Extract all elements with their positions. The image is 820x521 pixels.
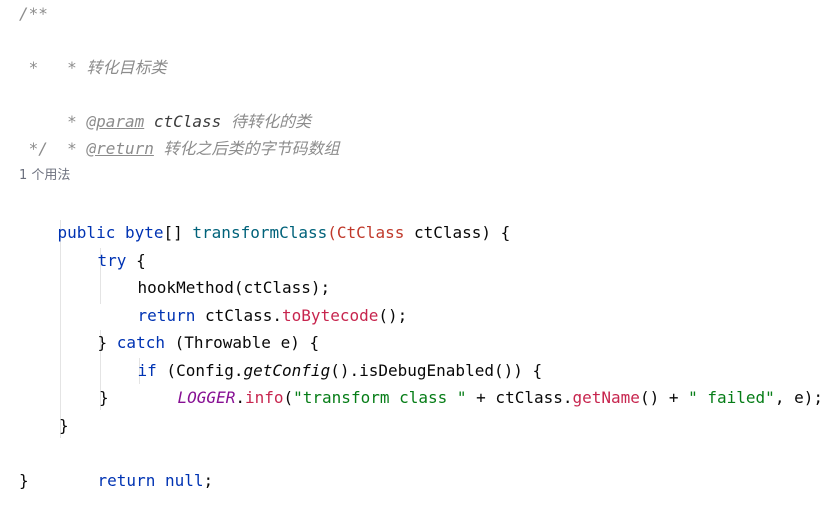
semicolon: ; [203,471,214,490]
get-name-call[interactable]: getName [573,388,640,407]
doc-comment-line: * 转化目标类 [19,27,166,77]
string-literal: "transform class " [293,388,467,407]
dot: . [235,388,245,407]
statement-end: , e); [774,388,820,407]
code-line-hook[interactable]: hookMethod(ctClass); [99,247,331,297]
doc-comment-close: */ [19,139,48,158]
doc-tag-return[interactable]: @return [86,139,153,158]
statement-end: (); [378,306,408,325]
param-rest: ctClass) { [404,223,511,242]
string-literal: " failed" [688,388,775,407]
doc-comment-return: * @return 转化之后类的字节码数组 [19,108,339,158]
method-signature[interactable]: public byte[] transformClass(CtClass ctC… [19,192,511,242]
concat: + ctClass. [466,388,573,407]
param-type[interactable]: CtClass [337,223,404,242]
doc-comment-line: * [19,58,39,77]
code-line-close-catch: } [59,416,69,435]
code-line-catch[interactable]: } catch (Throwable e) { [59,302,320,352]
concat: () + [639,388,689,407]
keyword-null: null [155,471,204,490]
paren: ( [283,388,294,407]
doc-star: * [57,58,87,77]
code-editor[interactable]: /** * 转化目标类 * * @param ctClass 待转化的类 * @… [0,0,820,497]
doc-star: * [57,139,87,158]
logger-field[interactable]: LOGGER [178,388,236,407]
code-line-if[interactable]: if (Config.getConfig().isDebugEnabled())… [99,330,543,380]
keyword-return: return [97,471,156,490]
code-line-log[interactable]: LOGGER.info("transform class " + ctClass… [139,357,820,407]
method-name[interactable]: transformClass [192,223,327,242]
code-line-try[interactable]: try { [59,220,146,270]
code-line-return[interactable]: return ctClass.toBytecode(); [99,275,408,325]
doc-summary: 转化目标类 [86,58,167,77]
code-line-close-if: } [99,388,109,407]
info-call[interactable]: info [245,388,284,407]
usage-hint[interactable]: 1 个用法 [19,165,70,187]
brackets: [] [163,223,193,242]
doc-return-desc: 转化之后类的字节码数组 [163,139,340,158]
code-line-return-null[interactable]: return null; [59,440,214,490]
doc-comment-open: /** [19,4,48,23]
code-line-close-method: } [19,471,29,490]
doc-comment-param: * @param ctClass 待转化的类 [19,81,311,131]
paren-open: ( [327,223,337,242]
